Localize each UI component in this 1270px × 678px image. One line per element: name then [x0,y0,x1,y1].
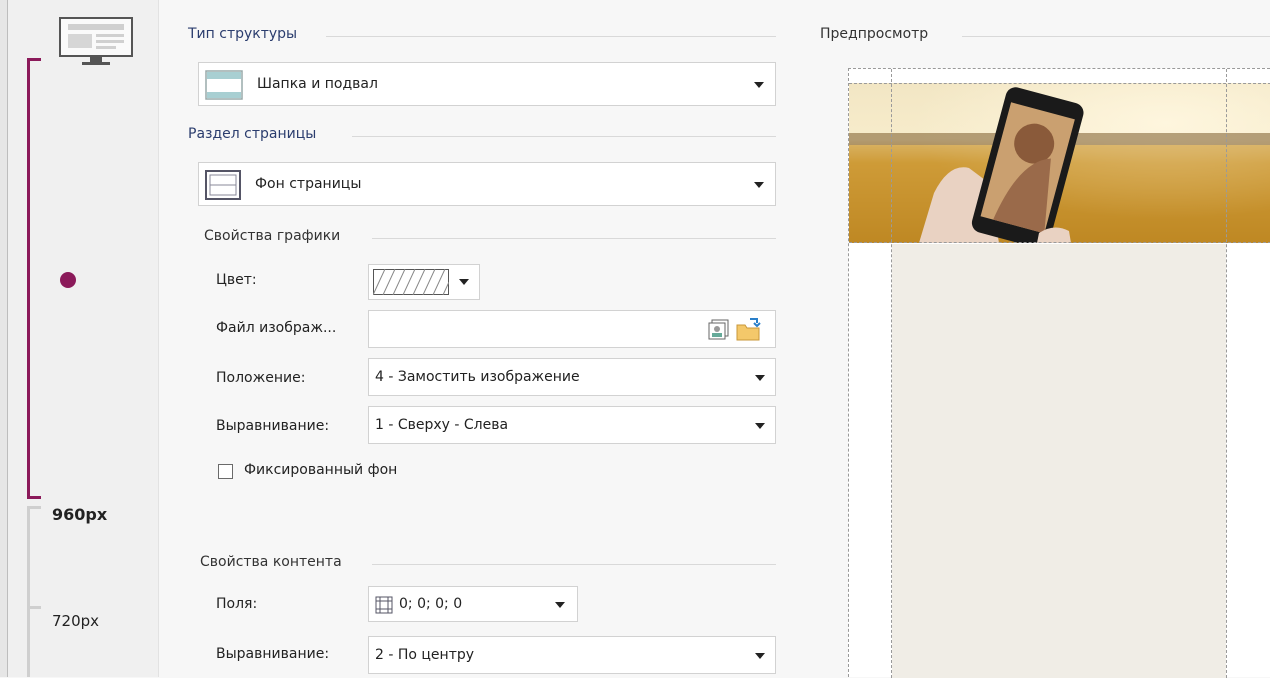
preview-rule [962,36,1270,37]
page-section-title: Раздел страницы [188,126,317,142]
page-section-select[interactable]: Фон страницы [198,162,776,206]
structure-type-title: Тип структуры [188,26,298,42]
breakpoint-960-label[interactable]: 960px [52,505,107,524]
color-label: Цвет: [216,272,257,288]
alignment-value: 1 - Сверху - Слева [375,417,509,433]
breakpoint-marker[interactable] [60,272,76,288]
chevron-down-icon [459,279,469,285]
breakpoint-720-label[interactable]: 720px [52,612,99,630]
structure-type-rule [326,36,776,37]
structure-type-value: Шапка и подвал [257,76,378,92]
fixed-background-label[interactable]: Фиксированный фон [244,462,397,478]
image-file-input[interactable] [368,310,776,348]
bracket-top-tick [27,58,41,61]
header-footer-icon [205,70,243,100]
transparent-color-swatch [373,269,449,295]
page-background-icon [205,170,241,200]
header-guides [849,83,1270,243]
bracket-bottom-tick [27,496,41,499]
margins-value: 0; 0; 0; 0 [399,596,463,612]
alignment-label: Выравнивание: [216,418,330,434]
chevron-down-icon [754,182,764,188]
chevron-down-icon [755,423,765,429]
margins-label: Поля: [216,596,258,612]
page-section-value: Фон страницы [255,176,362,192]
active-range-bracket [27,58,30,498]
graphics-properties-title: Свойства графики [204,228,341,244]
chevron-down-icon [555,602,565,608]
content-properties-title: Свойства контента [200,554,342,570]
inactive-range-bracket [27,506,30,677]
structure-type-select[interactable]: Шапка и подвал [198,62,776,106]
open-folder-icon[interactable] [735,317,763,343]
desktop-monitor-icon[interactable] [56,14,136,68]
preview-title: Предпросмотр [820,26,929,42]
image-file-label: Файл изображ... [216,320,337,336]
preview-content-area [892,244,1226,678]
content-alignment-select[interactable]: 2 - По центру [368,636,776,674]
window-left-border [0,0,8,677]
content-properties-rule [372,564,776,565]
color-picker[interactable] [368,264,480,300]
position-label: Положение: [216,370,306,386]
gray-tick-1 [27,506,41,509]
content-alignment-value: 2 - По центру [375,647,475,663]
chevron-down-icon [755,375,765,381]
chevron-down-icon [754,82,764,88]
preview-canvas [848,68,1270,678]
gray-tick-2 [27,606,41,609]
chevron-down-icon [755,653,765,659]
alignment-select[interactable]: 1 - Сверху - Слева [368,406,776,444]
breakpoint-sidebar: 960px 720px [8,0,159,677]
margins-select[interactable]: 0; 0; 0; 0 [368,586,578,622]
position-select[interactable]: 4 - Замостить изображение [368,358,776,396]
position-value: 4 - Замостить изображение [375,369,580,385]
fixed-background-checkbox[interactable] [218,464,233,479]
graphics-properties-rule [372,238,776,239]
page-section-rule [352,136,776,137]
margins-grid-icon [375,596,393,614]
image-gallery-icon[interactable] [707,318,731,342]
content-alignment-label: Выравнивание: [216,646,330,662]
